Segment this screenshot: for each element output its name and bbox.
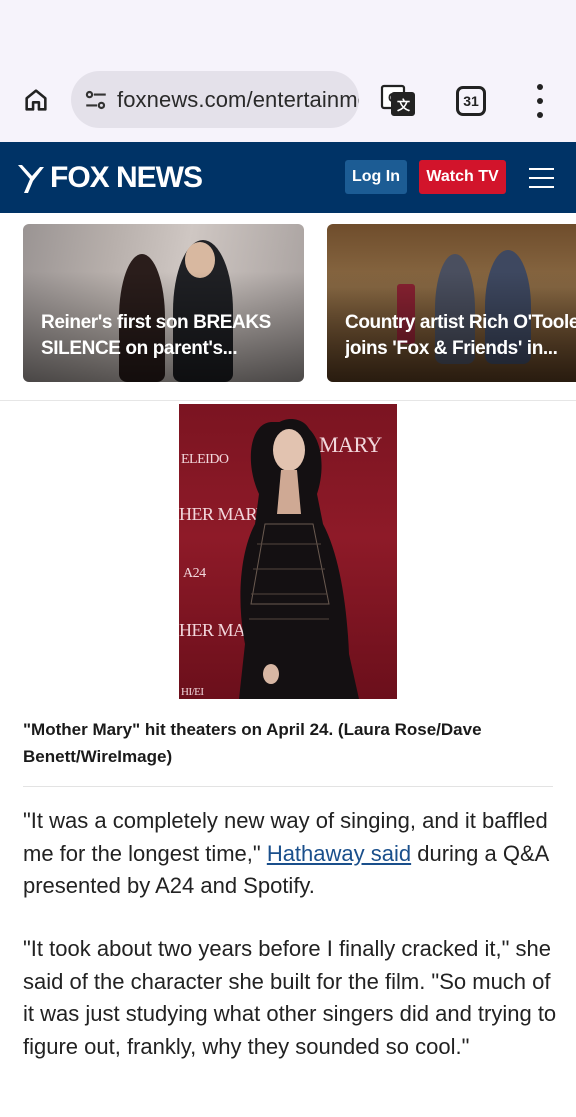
translate-icon: G 文 [380, 84, 415, 116]
divider [0, 400, 576, 401]
hamburger-menu-icon[interactable] [529, 168, 554, 188]
divider [23, 786, 553, 787]
tune-icon[interactable] [83, 87, 109, 113]
watch-tv-button[interactable]: Watch TV [419, 160, 506, 194]
home-button[interactable] [18, 82, 54, 118]
article-paragraph: "It was a completely new way of singing,… [23, 808, 549, 898]
story-title[interactable]: Reiner's first son BREAKS SILENCE on par… [41, 310, 296, 362]
story-card[interactable]: Country artist Rich O'Toole joins 'Fox &… [327, 224, 576, 382]
site-header: FOX NEWS Log In Watch TV [0, 142, 576, 213]
story-card[interactable]: Reiner's first son BREAKS SILENCE on par… [23, 224, 304, 382]
article-photo[interactable]: MARY ELEIDO HER MARY A24 HER MA HI/EI [179, 404, 397, 699]
translate-button[interactable]: G 文 [380, 82, 416, 118]
status-area [0, 0, 576, 60]
login-button[interactable]: Log In [345, 160, 407, 194]
photo-subject [239, 419, 359, 699]
tab-count: 31 [463, 93, 479, 109]
article-paragraph: "It took about two years before I finall… [23, 936, 557, 1059]
fox-logo-mark-icon [18, 165, 44, 193]
browser-toolbar: foxnews.com/entertainme G 文 31 [0, 60, 576, 142]
hathaway-said-link[interactable]: Hathaway said [267, 841, 411, 866]
fox-news-logo[interactable]: FOX NEWS [16, 160, 203, 196]
svg-text:文: 文 [397, 98, 411, 113]
photo-caption: "Mother Mary" hit theaters on April 24. … [23, 720, 482, 766]
url-text[interactable]: foxnews.com/entertainme [117, 87, 359, 113]
logo-text: FOX NEWS [50, 161, 203, 194]
more-vert-icon[interactable] [532, 84, 548, 118]
address-bar[interactable]: foxnews.com/entertainme [71, 71, 359, 128]
home-icon [25, 89, 47, 111]
story-title[interactable]: Country artist Rich O'Toole joins 'Fox &… [345, 310, 576, 362]
tabs-button[interactable]: 31 [456, 86, 486, 116]
